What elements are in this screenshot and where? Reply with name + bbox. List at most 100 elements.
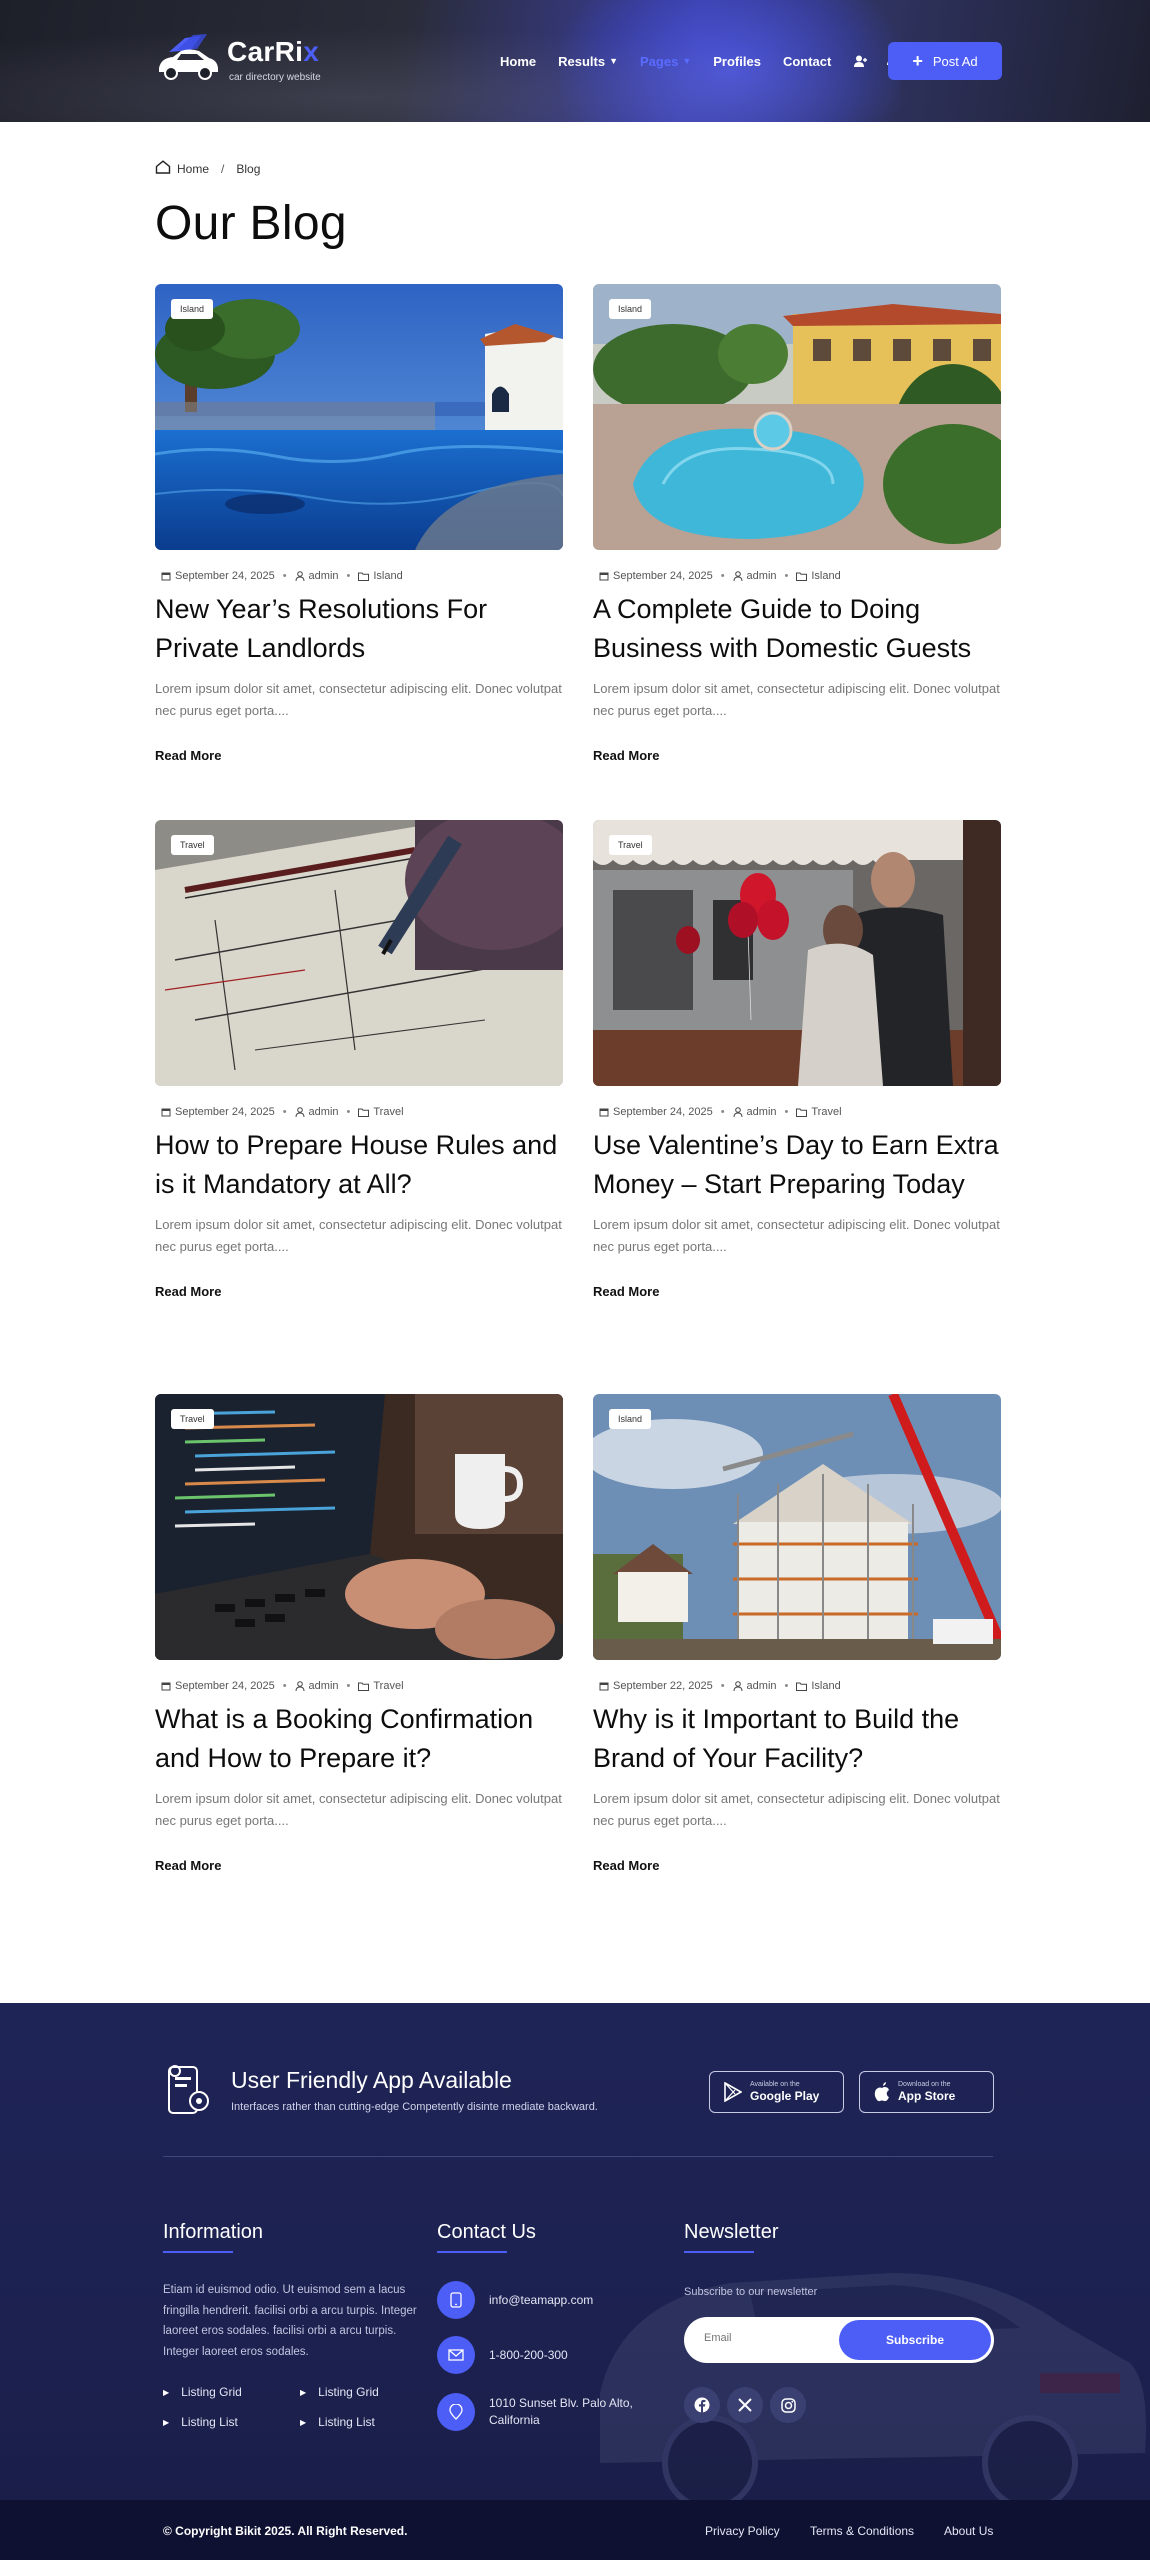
plus-icon: + (912, 51, 923, 71)
subscribe-button[interactable]: Subscribe (839, 2320, 991, 2360)
post-title[interactable]: New Year’s Resolutions For Private Landl… (155, 590, 563, 668)
terms-conditions-link[interactable]: Terms & Conditions (810, 2524, 914, 2538)
read-more-link[interactable]: Read More (155, 1284, 563, 1299)
post-author[interactable]: admin (747, 570, 777, 582)
category-tag[interactable]: Island (609, 299, 652, 319)
nav-home[interactable]: Home (500, 54, 536, 69)
post-excerpt: Lorem ipsum dolor sit amet, consectetur … (593, 1791, 1000, 1828)
mobile-app-icon (168, 2065, 209, 2114)
post-author[interactable]: admin (747, 1106, 777, 1118)
read-more-link[interactable]: Read More (593, 748, 1001, 763)
nav-pages[interactable]: Pages ▼ (640, 54, 691, 69)
post-author[interactable]: admin (309, 570, 339, 582)
read-more-link[interactable]: Read More (155, 1858, 563, 1873)
post-meta: September 24, 2025 • admin • Travel (161, 1106, 563, 1118)
listing-list-link[interactable]: ▶ Listing List (300, 2415, 375, 2429)
google-play-small: Available on the (750, 2081, 800, 2088)
listing-list-link[interactable]: ▶ Listing List (163, 2415, 238, 2429)
contact-email[interactable]: info@teamapp.com (437, 2281, 593, 2319)
post-author[interactable]: admin (309, 1680, 339, 1692)
apple-icon (874, 2082, 889, 2102)
post-title[interactable]: What is a Booking Confirmation and How t… (155, 1700, 563, 1778)
post-category[interactable]: Travel (373, 1680, 403, 1692)
post-date: September 24, 2025 (175, 1106, 275, 1118)
post-title[interactable]: A Complete Guide to Doing Business with … (593, 590, 1001, 668)
post-meta: September 22, 2025 • admin • Island (599, 1680, 1001, 1692)
post-ad-button[interactable]: + Post Ad (888, 42, 1002, 80)
couple-balloons-photo[interactable]: Travel (593, 820, 1001, 1086)
post-category[interactable]: Island (373, 570, 402, 582)
app-store-button[interactable]: Download on the App Store (859, 2071, 994, 2113)
calendar-icon (599, 1681, 609, 1691)
nav-contact[interactable]: Contact (783, 54, 831, 69)
privacy-policy-link[interactable]: Privacy Policy (705, 2524, 780, 2538)
google-play-button[interactable]: Available on the Google Play (709, 2071, 844, 2113)
car-logo-icon (159, 34, 218, 80)
post-date: September 24, 2025 (613, 570, 713, 582)
read-more-link[interactable]: Read More (593, 1284, 1001, 1299)
category-tag[interactable]: Travel (609, 835, 652, 855)
category-tag[interactable]: Island (609, 1409, 652, 1429)
post-excerpt: Lorem ipsum dolor sit amet, consectetur … (155, 681, 562, 718)
villa-pool-photo[interactable]: Island (155, 284, 563, 550)
post-author[interactable]: admin (747, 1680, 777, 1692)
blueprint-drawing-photo[interactable]: Travel (155, 820, 563, 1086)
nav-profiles[interactable]: Profiles (713, 54, 761, 69)
information-title: Information (163, 2221, 264, 2243)
post-meta: September 24, 2025 • admin • Island (599, 570, 1001, 582)
post-category[interactable]: Travel (811, 1106, 841, 1118)
post-title[interactable]: Use Valentine’s Day to Earn Extra Money … (593, 1126, 1001, 1204)
post-category[interactable]: Travel (373, 1106, 403, 1118)
post-meta: September 24, 2025 • admin • Island (161, 570, 563, 582)
site-header: CarRix car directory website Home Result… (0, 0, 1150, 122)
contact-address[interactable]: 1010 Sunset Blv. Palo Alto, California (437, 2393, 639, 2431)
nav-results[interactable]: Results ▼ (558, 54, 618, 69)
logo-tagline: car directory website (229, 72, 321, 83)
site-logo[interactable]: CarRix car directory website (155, 30, 335, 88)
read-more-link[interactable]: Read More (593, 1858, 1001, 1873)
facebook-icon[interactable] (684, 2387, 720, 2423)
app-store-label: App Store (898, 2089, 956, 2103)
post-title[interactable]: How to Prepare House Rules and is it Man… (155, 1126, 563, 1204)
caret-right-icon: ▶ (163, 2387, 170, 2397)
category-tag[interactable]: Travel (171, 1409, 214, 1429)
post-category[interactable]: Island (811, 1680, 840, 1692)
post-author[interactable]: admin (309, 1106, 339, 1118)
email-field[interactable] (704, 2332, 834, 2344)
chevron-down-icon: ▼ (682, 56, 692, 66)
footer-bottom-bar: © Copyright Bikit 2025. All Right Reserv… (0, 2500, 1150, 2560)
about-us-link[interactable]: About Us (944, 2524, 993, 2538)
listing-grid-link[interactable]: ▶ Listing Grid (163, 2385, 242, 2399)
resort-pool-photo[interactable]: Island (593, 284, 1001, 550)
main-nav: Home Results ▼ Pages ▼ Profiles Contact (500, 50, 917, 72)
newsletter-title: Newsletter (684, 2221, 779, 2243)
category-tag[interactable]: Travel (171, 835, 214, 855)
user-icon (733, 1107, 743, 1117)
post-category[interactable]: Island (811, 570, 840, 582)
contact-phone[interactable]: 1-800-200-300 (437, 2336, 568, 2374)
instagram-icon[interactable] (770, 2387, 806, 2423)
post-title[interactable]: Why is it Important to Build the Brand o… (593, 1700, 1001, 1778)
calendar-icon (599, 1107, 609, 1117)
user-icon (733, 571, 743, 581)
title-underline (684, 2251, 754, 2253)
breadcrumb-current: Blog (236, 161, 261, 176)
post-date: September 24, 2025 (613, 1106, 713, 1118)
title-underline (437, 2251, 507, 2253)
x-twitter-icon[interactable] (727, 2387, 763, 2423)
house-construction-photo[interactable]: Island (593, 1394, 1001, 1660)
laptop-typing-photo[interactable]: Travel (155, 1394, 563, 1660)
post-meta: September 24, 2025 • admin • Travel (599, 1106, 1001, 1118)
post-date: September 24, 2025 (175, 570, 275, 582)
read-more-link[interactable]: Read More (155, 748, 563, 763)
breadcrumb-home[interactable]: Home (177, 162, 209, 176)
post-meta: September 24, 2025 • admin • Travel (161, 1680, 563, 1692)
app-title: User Friendly App Available (231, 2067, 512, 2093)
copyright-text: © Copyright Bikit 2025. All Right Reserv… (163, 2524, 408, 2538)
post-date: September 22, 2025 (613, 1680, 713, 1692)
category-tag[interactable]: Island (171, 299, 214, 319)
envelope-icon (437, 2336, 475, 2374)
user-plus-icon[interactable] (853, 53, 869, 69)
listing-grid-link[interactable]: ▶ Listing Grid (300, 2385, 379, 2399)
newsletter-label: Subscribe to our newsletter (684, 2286, 818, 2298)
